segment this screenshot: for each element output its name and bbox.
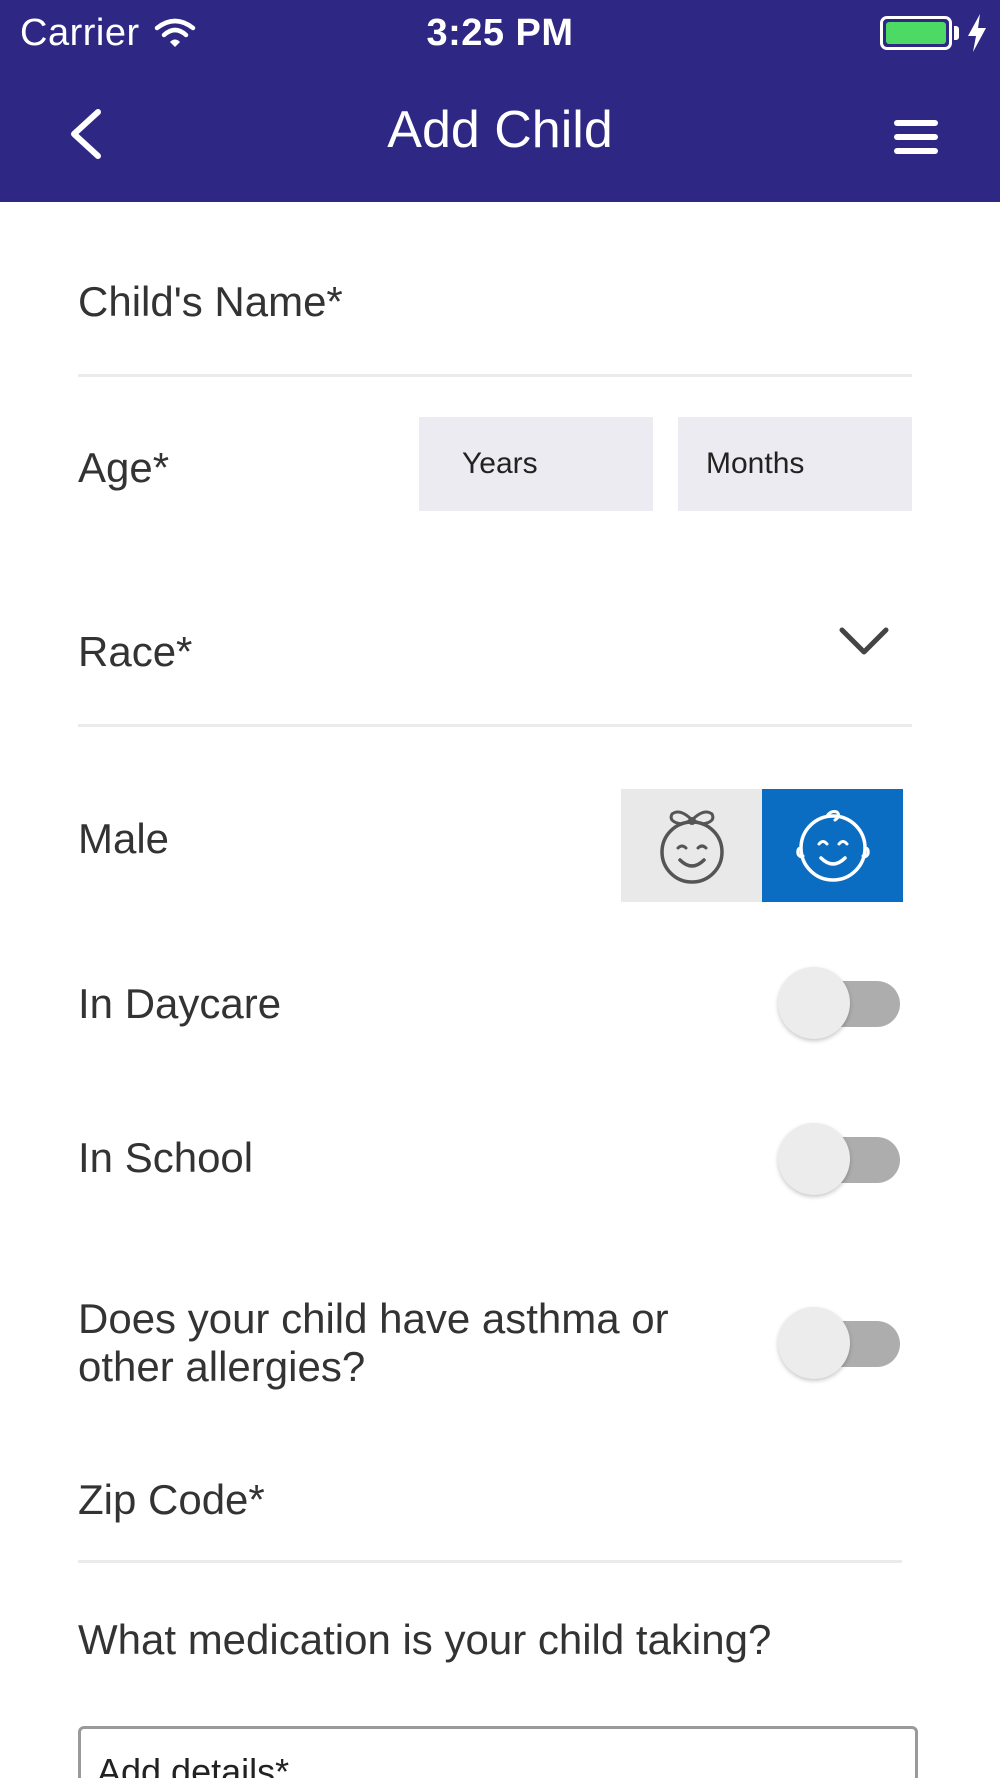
hamburger-menu-icon[interactable] bbox=[886, 112, 946, 162]
daycare-label: In Daycare bbox=[78, 980, 282, 1027]
boy-option-button[interactable] bbox=[762, 789, 903, 902]
school-toggle[interactable] bbox=[778, 1123, 902, 1197]
zip-code-divider bbox=[78, 1560, 902, 1563]
girl-option-button[interactable] bbox=[621, 789, 762, 902]
asthma-label-line2: other allergies? bbox=[78, 1343, 366, 1390]
medication-details-input[interactable]: Add details* bbox=[78, 1726, 918, 1778]
clock: 3:25 PM bbox=[426, 12, 574, 54]
age-label: Age* bbox=[78, 444, 170, 491]
gender-selector bbox=[621, 789, 903, 902]
navigation-bar: Add Child bbox=[0, 68, 1000, 202]
child-name-field[interactable]: Child's Name* bbox=[78, 278, 343, 326]
asthma-label-line1: Does your child have asthma or bbox=[78, 1295, 669, 1342]
school-toggle-knob bbox=[778, 1123, 850, 1195]
child-name-divider bbox=[78, 374, 912, 377]
race-select[interactable]: Race* bbox=[78, 628, 192, 676]
baby-girl-icon bbox=[659, 810, 724, 884]
gender-label: Male bbox=[78, 815, 170, 862]
baby-boy-icon bbox=[795, 809, 870, 882]
battery-tip bbox=[954, 26, 959, 40]
zip-code-field[interactable]: Zip Code* bbox=[78, 1476, 265, 1524]
medication-label: What medication is your child taking? bbox=[78, 1616, 772, 1663]
race-divider bbox=[78, 724, 912, 727]
age-years-input[interactable]: Years bbox=[419, 417, 653, 511]
charging-bolt-icon bbox=[968, 14, 986, 52]
battery-level bbox=[886, 22, 946, 44]
status-bar: Carrier 3:25 PM bbox=[0, 0, 1000, 68]
daycare-toggle-knob bbox=[778, 967, 850, 1039]
daycare-toggle[interactable] bbox=[778, 967, 902, 1041]
chevron-down-icon[interactable] bbox=[836, 622, 892, 662]
battery-icon bbox=[880, 16, 952, 50]
school-label: In School bbox=[78, 1134, 254, 1181]
asthma-toggle-knob bbox=[778, 1307, 850, 1379]
page-title: Add Child bbox=[387, 101, 613, 159]
age-months-input[interactable]: Months bbox=[678, 417, 912, 511]
app-header: Carrier 3:25 PM Add Child bbox=[0, 0, 1000, 202]
asthma-toggle[interactable] bbox=[778, 1307, 902, 1381]
